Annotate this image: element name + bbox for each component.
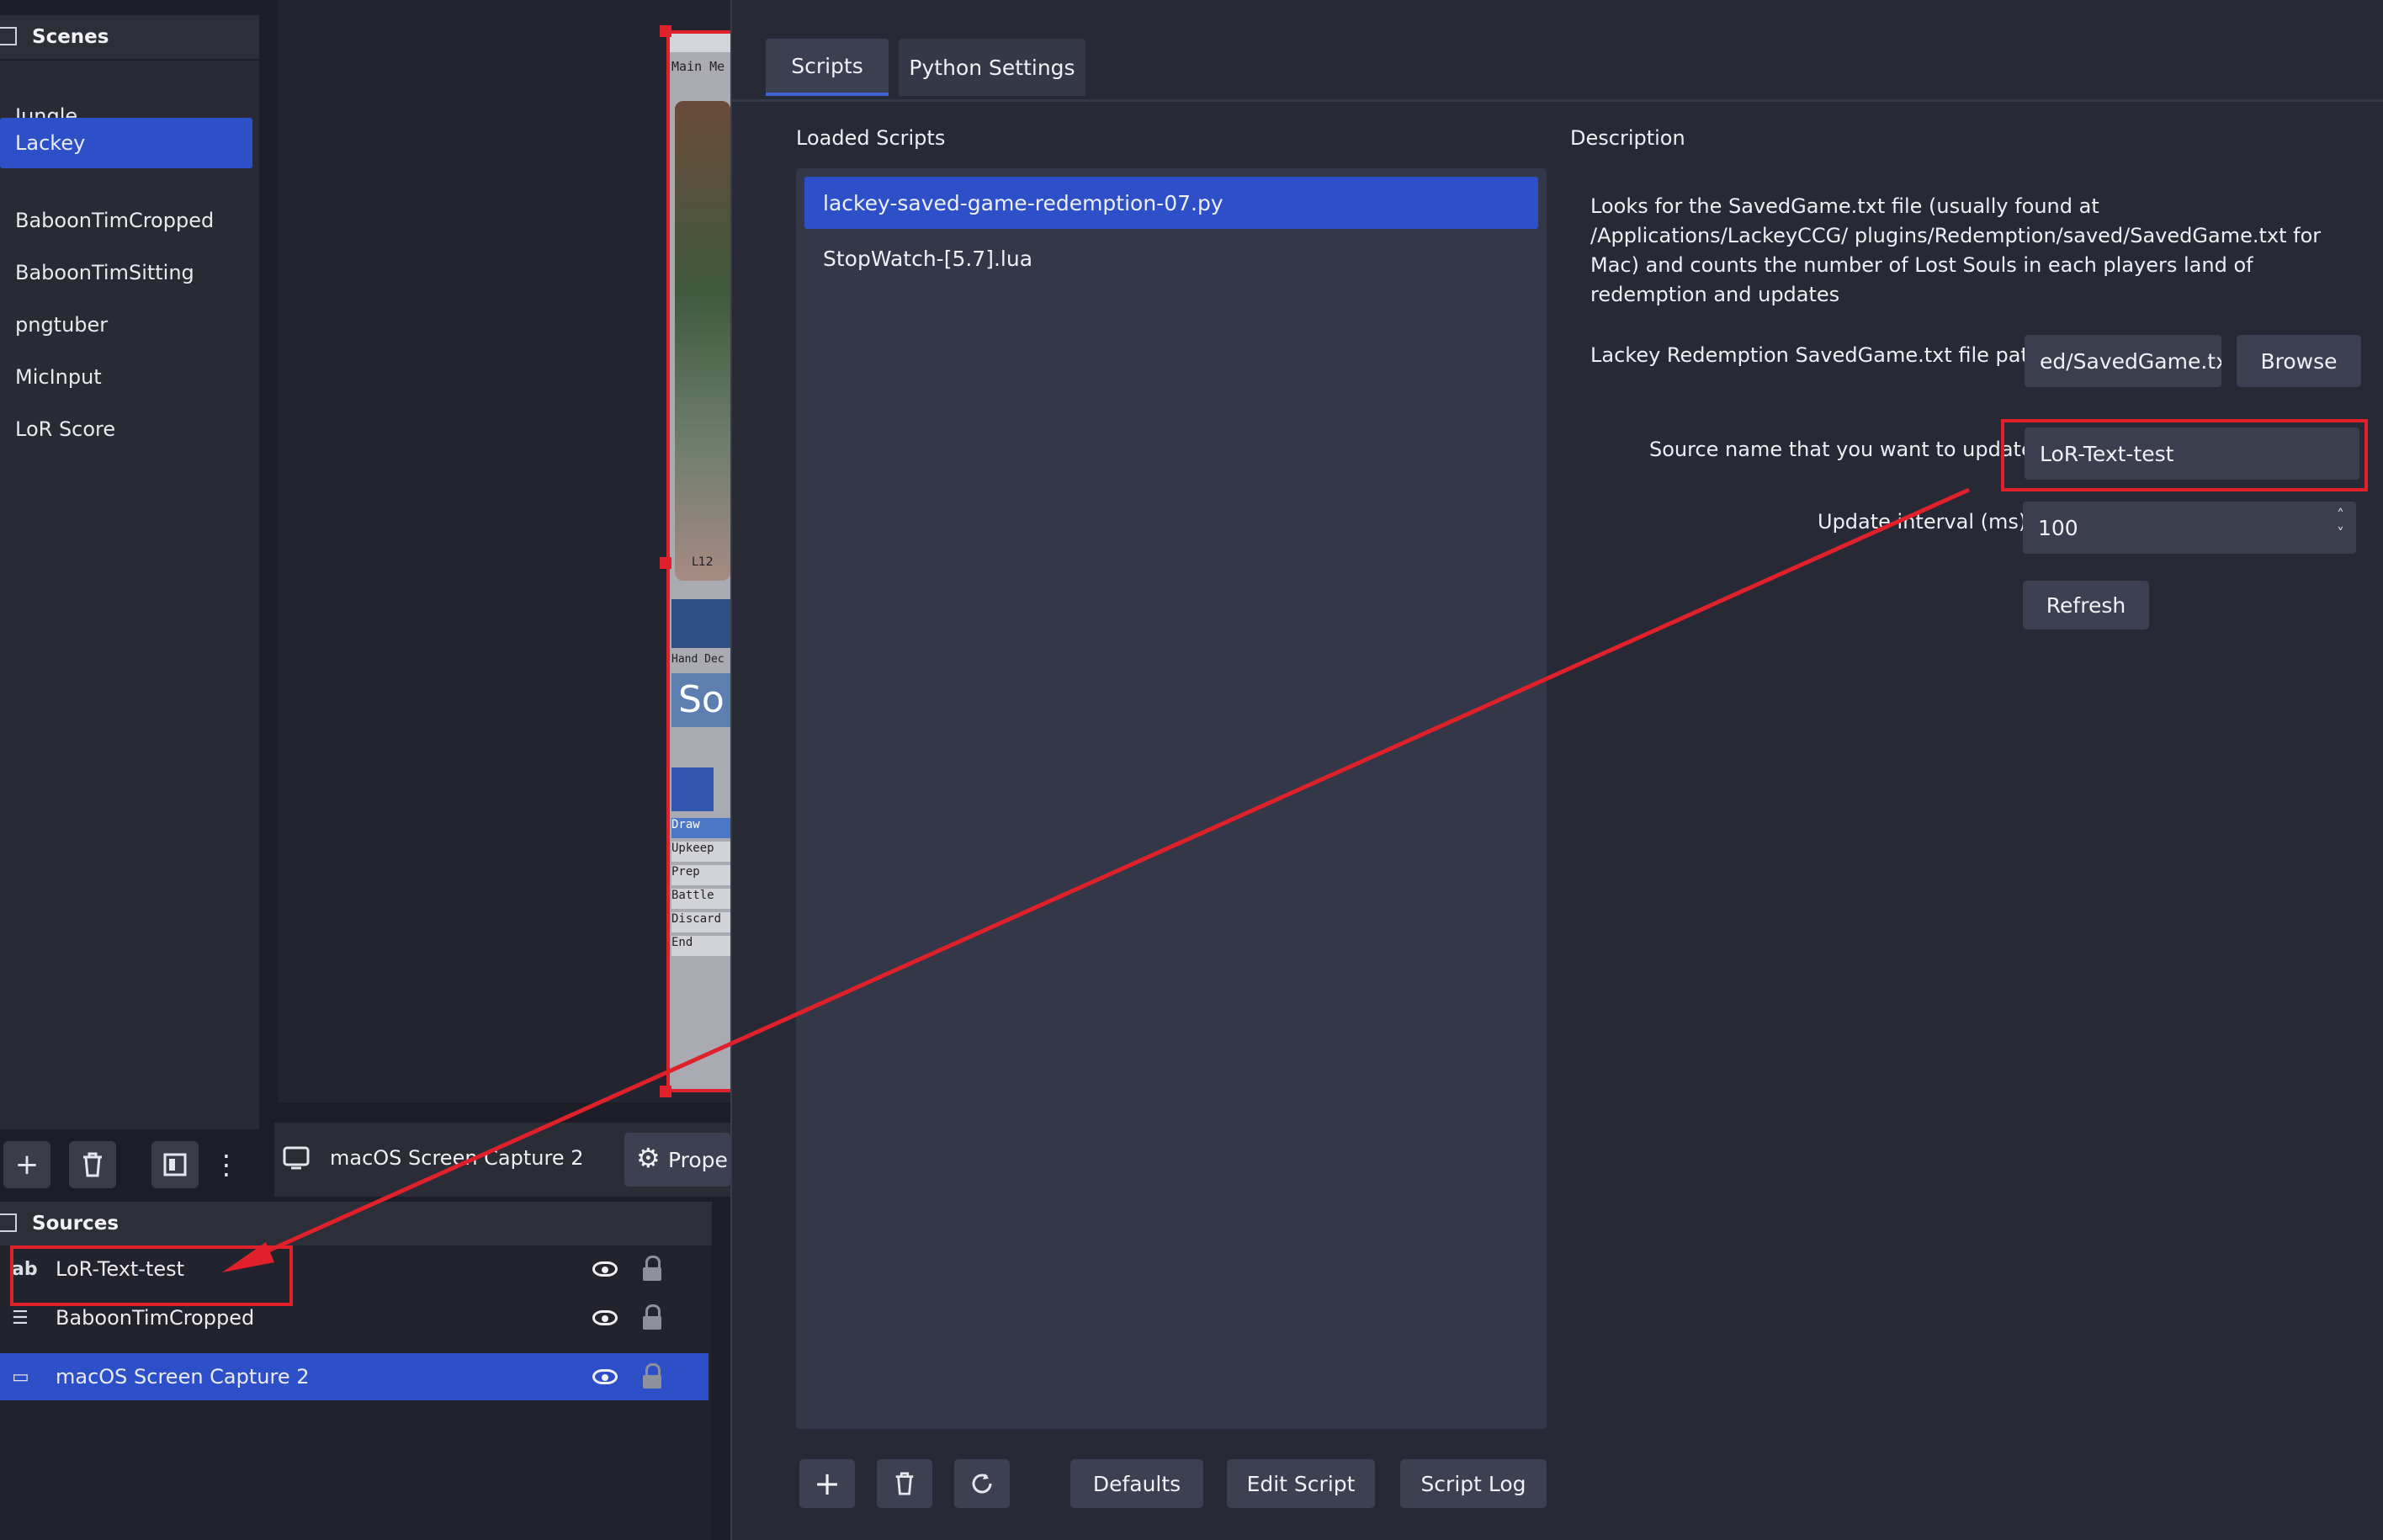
annotation-arrow: [222, 487, 1971, 1272]
